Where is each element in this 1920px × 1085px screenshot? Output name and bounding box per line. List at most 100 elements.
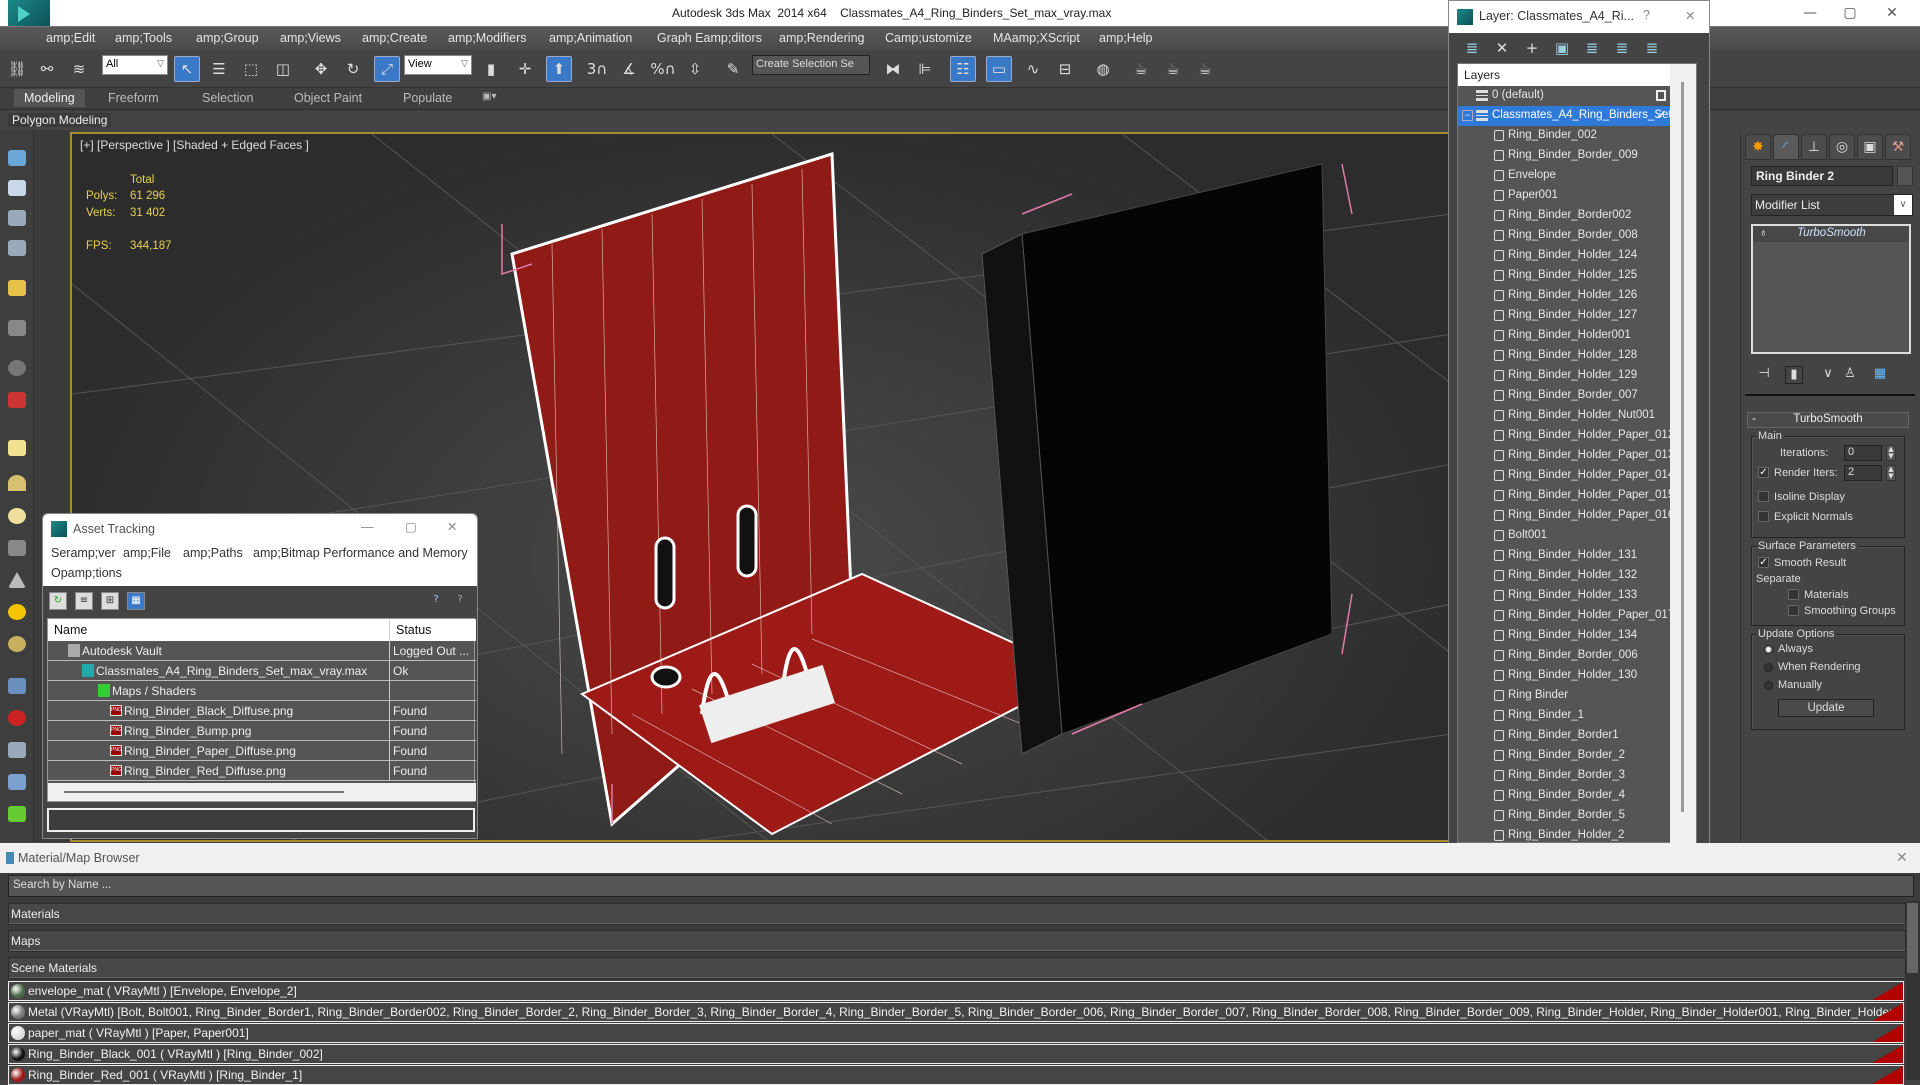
remove-modifier-icon[interactable]: ♙ — [1841, 366, 1859, 384]
rendered-frame-icon[interactable]: ☕ — [1160, 56, 1186, 82]
layer-object-row[interactable]: Ring_Binder_Holder_Paper_014 — [1458, 466, 1670, 486]
menu-maxscript[interactable]: MAamp;XScript — [993, 31, 1080, 45]
select-by-name-icon[interactable]: ☰ — [206, 56, 232, 82]
cone-icon[interactable] — [8, 572, 26, 588]
layer-row-default[interactable]: 0 (default) — [1458, 86, 1670, 106]
app-logo-icon[interactable] — [8, 0, 50, 28]
align-icon[interactable]: ⊫ — [912, 56, 938, 82]
highlight-layer-icon[interactable]: ≣ — [1583, 39, 1601, 57]
refresh-icon[interactable]: ↻ — [49, 592, 67, 610]
menu-options[interactable]: Opamp;tions — [51, 566, 122, 580]
close-button[interactable]: ✕ — [447, 519, 457, 534]
hierarchy-tab-icon[interactable]: ⊥ — [1801, 134, 1827, 160]
modifier-list-dropdown[interactable]: Modifier List ∨ — [1751, 194, 1913, 216]
layer-object-row[interactable]: Ring_Binder_Holder_127 — [1458, 306, 1670, 326]
spinner-snap-icon[interactable]: ⇳ — [682, 56, 708, 82]
scroll-thumb[interactable] — [1681, 82, 1684, 812]
schematic-view-icon[interactable]: ⊟ — [1052, 56, 1078, 82]
material-editor-icon[interactable]: ◍ — [1090, 56, 1116, 82]
rect-selection-icon[interactable]: ⬚ — [238, 56, 264, 82]
layer-object-row[interactable]: Ring Binder — [1458, 686, 1670, 706]
scroll-thumb[interactable] — [1907, 903, 1918, 973]
search-input[interactable]: Search by Name ... — [8, 875, 1914, 897]
maximize-button[interactable]: ▢ — [405, 519, 417, 534]
layer-scrollbar[interactable] — [1670, 64, 1696, 844]
layer-object-row[interactable]: Ring_Binder_Holder_Paper_012 — [1458, 426, 1670, 446]
menu-file[interactable]: amp;File — [123, 546, 171, 560]
scene-material-item[interactable]: Ring_Binder_Black_001 ( VRayMtl ) [Ring_… — [8, 1044, 1904, 1064]
menu-animation[interactable]: amp;Animation — [549, 31, 632, 45]
configure-modifier-sets-icon[interactable]: ▦ — [1871, 366, 1889, 384]
teapot-icon[interactable] — [8, 150, 26, 166]
layer-dialog-titlebar[interactable]: Layer: Classmates_A4_Ri... ? ✕ — [1449, 1, 1709, 33]
link-icon[interactable]: ⛓ — [4, 56, 30, 82]
ribbon-tab-object-paint[interactable]: Object Paint — [294, 91, 362, 105]
scene-material-item[interactable]: envelope_mat ( VRayMtl ) [Envelope, Enve… — [8, 981, 1904, 1001]
asset-row[interactable]: PNG Ring_Binder_Bump.png Found — [48, 721, 476, 741]
crystal-icon[interactable] — [8, 774, 26, 790]
list-view-icon[interactable]: ≡ — [75, 592, 93, 610]
layer-object-row[interactable]: Ring_Binder_Border_008 — [1458, 226, 1670, 246]
display-tab-icon[interactable]: ▣ — [1857, 134, 1883, 160]
layer-object-row[interactable]: Ring_Binder_Border_007 — [1458, 386, 1670, 406]
menu-create[interactable]: amp;Create — [362, 31, 427, 45]
current-layer-toggle[interactable] — [1656, 90, 1666, 101]
manipulate-icon[interactable]: ✛ — [512, 56, 538, 82]
menu-edit[interactable]: amp;Edit — [46, 31, 95, 45]
collapse-icon[interactable]: − — [1462, 110, 1473, 121]
layer-object-row[interactable]: Ring_Binder_Border_2 — [1458, 746, 1670, 766]
modify-tab-icon[interactable]: ◜ — [1773, 134, 1799, 160]
layer-object-row[interactable]: Ring_Binder_Border_5 — [1458, 806, 1670, 826]
dome-icon[interactable] — [8, 475, 26, 491]
teapot-small-icon[interactable] — [8, 540, 26, 556]
ribbon-tab-freeform[interactable]: Freeform — [108, 91, 159, 105]
material-browser-titlebar[interactable]: Material/Map Browser ✕ — [0, 843, 1920, 873]
lightbulb-icon[interactable]: ♁ — [1759, 227, 1768, 239]
layer-object-row[interactable]: Ring_Binder_Border_009 — [1458, 146, 1670, 166]
group-scene-materials[interactable]: Scene Materials — [8, 957, 1906, 979]
layer-object-row[interactable]: Ring_Binder_Holder_Paper_017 — [1458, 606, 1670, 626]
iterations-spinner[interactable]: ▲ ▼ — [1886, 445, 1896, 461]
select-in-layer-icon[interactable]: ▣ — [1553, 39, 1571, 57]
camera-icon[interactable] — [8, 320, 26, 336]
asset-row[interactable]: PNG Ring_Binder_Red_Diffuse.png Found — [48, 761, 476, 781]
selection-filter-dropdown[interactable]: All ▽ — [102, 55, 168, 75]
sphere-icon[interactable] — [8, 360, 26, 376]
ribbon-options-icon[interactable]: ▣▾ — [482, 91, 496, 102]
move-icon[interactable]: ✥ — [308, 56, 334, 82]
asset-row[interactable]: PNG Ring_Binder_Black_Diffuse.png Found — [48, 701, 476, 721]
utilities-tab-icon[interactable]: ⚒ — [1885, 134, 1911, 160]
mirror-icon[interactable]: ⧓ — [880, 56, 906, 82]
render-setup-icon[interactable]: ☕ — [1128, 56, 1154, 82]
named-selection-dropdown[interactable]: Create Selection Se ▽ — [752, 55, 870, 75]
scene-material-item[interactable]: paper_mat ( VRayMtl ) [Paper, Paper001] — [8, 1023, 1904, 1043]
asset-row[interactable]: Maps / Shaders — [48, 681, 476, 701]
pivot-icon[interactable]: ▮ — [478, 56, 504, 82]
browser-scrollbar[interactable] — [1906, 901, 1920, 1080]
scene-explorer-icon[interactable]: ▭ — [986, 56, 1012, 82]
edit-named-selection-icon[interactable]: ✎ — [720, 56, 746, 82]
layer-object-row[interactable]: Paper001 — [1458, 186, 1670, 206]
menu-server[interactable]: Seramp;ver — [51, 546, 116, 560]
curve-editor-icon[interactable]: ∿ — [1020, 56, 1046, 82]
object-name-field[interactable]: Ring Binder 2 — [1751, 166, 1893, 186]
plane-icon[interactable] — [8, 440, 26, 456]
show-end-result-icon[interactable]: ▮ — [1785, 366, 1803, 384]
layer-object-row[interactable]: Ring_Binder_Holder_125 — [1458, 266, 1670, 286]
layer-object-row[interactable]: Ring_Binder_Holder_131 — [1458, 546, 1670, 566]
select-object-icon[interactable]: ↖ — [174, 56, 200, 82]
help-button[interactable]: ? — [1643, 8, 1650, 22]
delete-layer-icon[interactable]: ✕ — [1493, 39, 1511, 57]
asset-row[interactable]: Classmates_A4_Ring_Binders_Set_max_vray.… — [48, 661, 476, 681]
layer-object-row[interactable]: Ring_Binder_Holder_132 — [1458, 566, 1670, 586]
particles-icon[interactable] — [8, 678, 26, 694]
scene-material-item[interactable]: Metal (VRayMtl) [Bolt, Bolt001, Ring_Bin… — [8, 1002, 1904, 1022]
reference-coord-dropdown[interactable]: View ▽ — [404, 55, 472, 75]
layer-object-row[interactable]: Ring_Binder_Holder_Paper_015 — [1458, 486, 1670, 506]
materials-checkbox[interactable] — [1788, 589, 1799, 600]
layer-object-row[interactable]: Ring_Binder_Border_4 — [1458, 786, 1670, 806]
close-button[interactable]: ✕ — [1896, 849, 1908, 866]
iterations-input[interactable]: 0 — [1844, 445, 1882, 461]
render-iters-input[interactable]: 2 — [1844, 465, 1882, 481]
smoothing-groups-checkbox[interactable] — [1788, 605, 1799, 616]
